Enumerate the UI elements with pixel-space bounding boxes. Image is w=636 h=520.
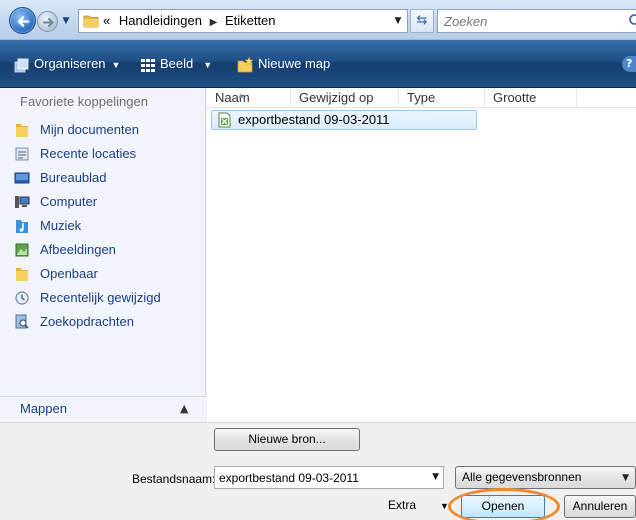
- searches-icon: [15, 314, 29, 329]
- nav-item-searches[interactable]: Zoekopdrachten: [0, 310, 206, 334]
- command-toolbar: Organiseren ▼ Beeld ▼ Nieuwe map ?: [0, 40, 636, 88]
- column-header-name[interactable]: ▲ Naam: [207, 88, 291, 108]
- new-folder-button[interactable]: Nieuwe map: [237, 54, 330, 74]
- file-list-pane[interactable]: ▲ Naam Gewijzigd op Type Grootte exportb…: [207, 88, 636, 422]
- file-type-select[interactable]: Alle gegevensbronnen ▼: [455, 466, 636, 489]
- recently-changed-icon: [15, 291, 29, 305]
- nav-item-my-documents[interactable]: Mijn documenten: [0, 118, 206, 142]
- nav-item-label: Computer: [40, 194, 98, 209]
- back-button[interactable]: [9, 7, 36, 34]
- nav-item-label: Mijn documenten: [40, 122, 139, 137]
- cancel-button[interactable]: Annuleren: [564, 495, 636, 518]
- pictures-icon: [15, 243, 29, 257]
- nav-item-label: Recentelijk gewijzigd: [40, 290, 161, 305]
- views-icon: [141, 58, 155, 72]
- breadcrumb-overflow[interactable]: «: [103, 13, 110, 28]
- excel-file-icon: [218, 112, 231, 128]
- sort-ascending-icon: ▲: [237, 91, 245, 100]
- refresh-button[interactable]: ⇆: [410, 9, 434, 33]
- chevron-down-icon: ▼: [440, 501, 449, 511]
- recent-places-icon: [15, 147, 29, 161]
- nav-item-music[interactable]: Muziek: [0, 214, 206, 238]
- organize-icon: [14, 58, 29, 72]
- chevron-up-icon: ▲: [180, 402, 189, 415]
- folder-icon: [16, 124, 28, 137]
- open-button[interactable]: Openen: [461, 495, 545, 518]
- music-icon: [16, 220, 28, 233]
- file-name: exportbestand 09-03-2011: [238, 112, 390, 127]
- file-type-value: Alle gegevensbronnen: [462, 470, 582, 484]
- navigation-pane: Favoriete koppelingen Mijn documenten Re…: [0, 88, 206, 422]
- chevron-down-icon: ▼: [111, 60, 121, 70]
- computer-icon: [15, 196, 30, 208]
- breadcrumb: « Handleidingen ▶ Etiketten: [103, 10, 276, 32]
- breadcrumb-item[interactable]: Etiketten: [225, 13, 276, 28]
- nav-item-label: Zoekopdrachten: [40, 314, 134, 329]
- nav-item-public[interactable]: Openbaar: [0, 262, 206, 286]
- nav-item-label: Afbeeldingen: [40, 242, 116, 257]
- search-icon[interactable]: [628, 13, 636, 29]
- nav-item-label: Openbaar: [40, 266, 98, 281]
- nav-item-recently-changed[interactable]: Recentelijk gewijzigd: [0, 286, 206, 310]
- nav-item-desktop[interactable]: Bureaublad: [0, 166, 206, 190]
- favorite-links-list: Mijn documenten Recente locaties Bureaub…: [0, 118, 206, 334]
- view-label: Beeld: [160, 56, 194, 71]
- address-box[interactable]: « Handleidingen ▶ Etiketten ▼: [78, 9, 408, 33]
- column-header-size[interactable]: Grootte: [485, 88, 577, 108]
- nav-item-recent-places[interactable]: Recente locaties: [0, 142, 206, 166]
- column-header-type[interactable]: Type: [399, 88, 485, 108]
- folder-icon: [16, 268, 28, 281]
- extra-label: Extra: [388, 498, 417, 512]
- column-headers: ▲ Naam Gewijzigd op Type Grootte: [207, 88, 636, 108]
- chevron-down-icon[interactable]: ▼: [432, 472, 439, 482]
- nav-item-label: Bureaublad: [40, 170, 107, 185]
- filename-label: Bestandsnaam:: [132, 472, 216, 486]
- back-arrow-icon: [17, 16, 30, 27]
- nav-item-pictures[interactable]: Afbeeldingen: [0, 238, 206, 262]
- chevron-right-icon[interactable]: ▶: [210, 17, 218, 28]
- organize-menu-button[interactable]: Organiseren ▼: [14, 54, 120, 74]
- help-icon[interactable]: ?: [622, 56, 636, 72]
- new-folder-icon: [237, 56, 254, 72]
- chevron-down-icon: ▼: [622, 473, 629, 483]
- column-header-label: Grootte: [493, 90, 537, 105]
- extra-menu-button[interactable]: Extra ▼: [388, 494, 449, 517]
- forward-arrow-icon: [43, 18, 54, 27]
- nav-item-computer[interactable]: Computer: [0, 190, 206, 214]
- column-header-label: Type: [407, 90, 436, 105]
- search-box[interactable]: [437, 9, 636, 33]
- breadcrumb-item[interactable]: Handleidingen: [119, 13, 202, 28]
- search-input[interactable]: [438, 10, 618, 32]
- folders-label: Mappen: [20, 401, 67, 416]
- address-bar-region: ▼ « Handleidingen ▶ Etiketten ▼ ⇆: [0, 0, 636, 40]
- dialog-bottom-panel: Nieuwe bron... Bestandsnaam: ▼ Alle gege…: [0, 422, 636, 520]
- address-dropdown-button[interactable]: ▼: [389, 10, 407, 32]
- new-source-button[interactable]: Nieuwe bron...: [214, 428, 360, 451]
- refresh-icon: ⇆: [416, 13, 428, 28]
- chevron-down-icon: ▼: [203, 60, 213, 70]
- nav-item-label: Recente locaties: [40, 146, 137, 161]
- nav-item-label: Muziek: [40, 218, 82, 233]
- filename-input[interactable]: [215, 467, 415, 488]
- forward-button[interactable]: [37, 11, 58, 32]
- folders-toggle[interactable]: Mappen ▲: [0, 396, 206, 422]
- favorite-links-header: Favoriete koppelingen: [20, 94, 148, 109]
- recent-pages-dropdown[interactable]: ▼: [60, 14, 72, 28]
- column-header-label: Gewijzigd op: [299, 90, 374, 105]
- filename-combobox[interactable]: ▼: [214, 466, 444, 489]
- view-menu-button[interactable]: Beeld ▼: [140, 54, 212, 74]
- organize-label: Organiseren: [34, 56, 106, 71]
- file-row-selected[interactable]: exportbestand 09-03-2011: [211, 110, 477, 130]
- folder-icon: [83, 15, 99, 28]
- new-folder-label: Nieuwe map: [258, 56, 331, 71]
- column-header-modified[interactable]: Gewijzigd op: [291, 88, 399, 108]
- desktop-icon: [14, 172, 30, 184]
